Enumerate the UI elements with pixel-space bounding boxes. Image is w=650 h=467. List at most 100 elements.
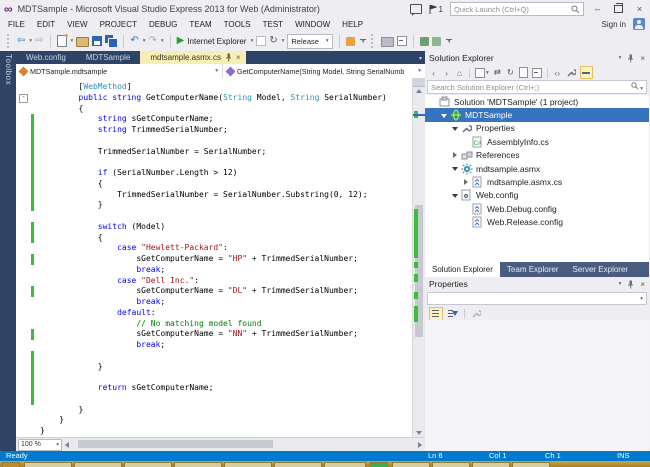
member-dropdown[interactable]: GetComputerName(String Model, String Ser…: [223, 64, 425, 78]
pin-icon[interactable]: [225, 53, 232, 62]
scroll-down-icon[interactable]: [416, 431, 422, 435]
refresh-icon[interactable]: ↻: [269, 35, 277, 47]
navigate-forward-icon[interactable]: ⇨: [35, 35, 43, 47]
toolbar-grip[interactable]: [371, 34, 376, 48]
new-file-dropdown[interactable]: ▾: [71, 38, 74, 44]
zoom-select[interactable]: 100 %▾: [18, 439, 62, 451]
panel-tab-server-explorer[interactable]: Server Explorer: [566, 262, 636, 277]
editor-vertical-scrollbar[interactable]: [412, 78, 425, 438]
taskbar-button[interactable]: [124, 462, 172, 467]
menu-project[interactable]: PROJECT: [94, 20, 143, 29]
tree-item-properties[interactable]: Properties: [425, 122, 649, 135]
refresh-dropdown[interactable]: ▾: [282, 38, 285, 44]
taskbar-button[interactable]: [224, 462, 272, 467]
window-position-dropdown[interactable]: ▾: [619, 55, 622, 61]
tree-item-web-release-config[interactable]: Web.Release.config: [425, 216, 649, 229]
sign-in-link[interactable]: Sign in: [602, 20, 626, 29]
scroll-left-icon[interactable]: [65, 442, 69, 448]
redo-icon[interactable]: ↷: [148, 35, 156, 47]
menu-help[interactable]: HELP: [336, 20, 369, 29]
publish-icon[interactable]: [381, 37, 394, 47]
undo-dropdown[interactable]: ▾: [143, 38, 146, 44]
document-tab-mdtsample-asmx-cs[interactable]: mdtsample.asmx.cs×: [140, 51, 245, 64]
menu-file[interactable]: FILE: [2, 20, 31, 29]
account-person-icon[interactable]: [633, 18, 645, 30]
toolbox-tab[interactable]: Toolbox: [4, 54, 13, 85]
tree-item-mdtsample-asmx[interactable]: mdtsample.asmx: [425, 162, 649, 175]
menu-view[interactable]: VIEW: [61, 20, 93, 29]
tree-item-assemblyinfo-cs[interactable]: C#AssemblyInfo.cs: [425, 135, 649, 148]
undo-icon[interactable]: ↶: [130, 35, 138, 47]
extension-icon-2[interactable]: [432, 37, 441, 46]
navigate-back-dropdown[interactable]: ▾: [29, 38, 32, 44]
sync-with-active-document-icon[interactable]: ↻: [506, 67, 515, 78]
open-file-icon[interactable]: [76, 37, 89, 47]
taskbar-button[interactable]: [512, 462, 550, 467]
type-dropdown[interactable]: MDTSample.mdtsample ▾: [16, 64, 223, 78]
scroll-right-icon[interactable]: [418, 442, 422, 448]
panel-tab-team-explorer[interactable]: Team Explorer: [500, 262, 566, 277]
taskbar-button[interactable]: [472, 462, 510, 467]
tree-item-mdtsample-asmx-cs[interactable]: mdtsample.asmx.cs: [425, 175, 649, 188]
taskbar-button[interactable]: [274, 462, 322, 467]
pin-icon[interactable]: [627, 280, 634, 289]
taskbar-button[interactable]: [370, 462, 388, 467]
close-icon[interactable]: ×: [640, 54, 645, 63]
editor-horizontal-scrollbar[interactable]: 100 %▾: [16, 437, 425, 451]
navigate-back-icon[interactable]: ⇦: [17, 35, 25, 47]
property-pages-wrench-icon[interactable]: [471, 309, 481, 319]
scroll-up-icon[interactable]: [416, 89, 422, 93]
tree-item-mdtsample[interactable]: MDTSample: [425, 108, 649, 121]
document-tab-web-config[interactable]: Web.config: [16, 51, 76, 64]
tab-overflow-icon[interactable]: ▾: [419, 55, 422, 62]
document-tab-mdtsample[interactable]: MDTSample: [76, 51, 140, 64]
restore-button[interactable]: [614, 5, 623, 13]
menu-team[interactable]: TEAM: [183, 20, 217, 29]
pin-icon[interactable]: [627, 54, 634, 63]
expand-open-icon[interactable]: [451, 191, 460, 200]
window-position-dropdown[interactable]: ▾: [619, 281, 622, 287]
editor-splitter-handle[interactable]: [413, 78, 425, 87]
panel-tab-solution-explorer[interactable]: Solution Explorer: [425, 262, 500, 277]
taskbar-button[interactable]: [432, 462, 470, 467]
attach-icon[interactable]: [256, 36, 266, 46]
view-code-icon[interactable]: ‹›: [553, 67, 562, 78]
code-editor[interactable]: [WebMethod]- public string GetComputerNa…: [16, 78, 413, 438]
back-icon[interactable]: ‹: [429, 67, 438, 78]
expand-closed-icon[interactable]: [462, 178, 471, 187]
close-icon[interactable]: ×: [640, 280, 645, 289]
tree-item-web-config[interactable]: Web.config: [425, 189, 649, 202]
pending-changes-filter-icon[interactable]: ⇄: [493, 67, 502, 78]
expand-open-icon[interactable]: [451, 164, 460, 173]
run-browser-label[interactable]: Internet Explorer: [187, 37, 246, 46]
switch-views-icon[interactable]: ▾: [475, 67, 489, 78]
redo-dropdown[interactable]: ▾: [161, 38, 164, 44]
collapse-all-icon[interactable]: [532, 67, 542, 78]
taskbar-button[interactable]: [2, 462, 20, 467]
taskbar-button[interactable]: [174, 462, 222, 467]
expand-closed-icon[interactable]: [451, 151, 460, 160]
menu-tools[interactable]: TOOLS: [218, 20, 257, 29]
close-button[interactable]: ×: [633, 4, 646, 14]
run-icon[interactable]: ▶: [177, 35, 185, 47]
toolbar-overflow[interactable]: ▾: [446, 39, 452, 44]
tree-item-references[interactable]: References: [425, 149, 649, 162]
refresh-icon[interactable]: [519, 67, 528, 78]
taskbar-button[interactable]: [24, 462, 72, 467]
run-dropdown[interactable]: ▾: [250, 38, 253, 44]
properties-object-select[interactable]: ▾: [427, 292, 647, 305]
taskbar-button[interactable]: [392, 462, 430, 467]
menu-test[interactable]: TEST: [257, 20, 289, 29]
show-all-files-icon[interactable]: [580, 66, 593, 79]
menu-debug[interactable]: DEBUG: [143, 20, 183, 29]
forward-icon[interactable]: ›: [442, 67, 451, 78]
tree-item-solution-mdtsample-1-project[interactable]: Solution 'MDTSample' (1 project): [425, 95, 649, 108]
taskbar-button[interactable]: [74, 462, 122, 467]
solution-configuration-select[interactable]: Release▾: [287, 34, 332, 49]
close-icon[interactable]: ×: [236, 54, 241, 62]
quick-launch-input[interactable]: Quick Launch (Ctrl+Q): [450, 2, 584, 16]
minimize-button[interactable]: –: [591, 4, 604, 14]
expand-open-icon[interactable]: [451, 124, 460, 133]
feedback-icon[interactable]: [410, 4, 422, 14]
home-icon[interactable]: ⌂: [455, 67, 464, 78]
